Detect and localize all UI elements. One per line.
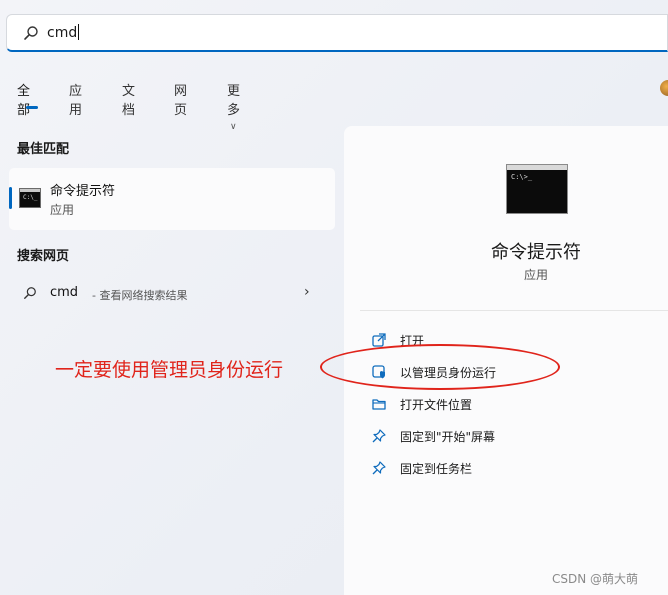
detail-subtitle: 应用 xyxy=(523,268,548,282)
result-title: 命令提示符 xyxy=(50,184,116,199)
search-icon xyxy=(24,287,36,299)
cmd-app-icon: C:\_ xyxy=(19,188,41,208)
pin-icon xyxy=(372,429,386,443)
action-pin-to-start[interactable]: 固定到"开始"屏幕 xyxy=(344,424,668,450)
search-input[interactable]: cmd xyxy=(47,24,80,41)
watermark: CSDN @萌大萌 xyxy=(552,572,639,586)
tab-apps[interactable]: 应用 xyxy=(69,80,82,118)
result-type: 应用 xyxy=(50,203,75,217)
search-box[interactable]: cmd xyxy=(6,14,668,52)
action-label: 固定到"开始"屏幕 xyxy=(400,430,496,444)
pin-icon xyxy=(372,461,386,475)
action-label: 打开文件位置 xyxy=(400,398,473,412)
divider xyxy=(360,310,668,311)
best-match-result[interactable]: C:\_ 命令提示符 应用 xyxy=(9,168,335,230)
tab-more[interactable]: 更多∨ xyxy=(227,80,240,133)
annotation-text: 一定要使用管理员身份运行 xyxy=(55,359,284,381)
active-tab-indicator xyxy=(26,106,38,109)
detail-title: 命令提示符 xyxy=(491,242,581,263)
highlight-ellipse xyxy=(320,344,560,390)
open-external-icon xyxy=(372,333,386,347)
cmd-large-icon: C:\>_ xyxy=(506,164,568,214)
web-search-result[interactable]: cmd - 查看网络搜索结果 › xyxy=(9,278,335,310)
action-pin-to-taskbar[interactable]: 固定到任务栏 xyxy=(344,456,668,482)
folder-icon xyxy=(372,399,386,410)
chevron-down-icon: ∨ xyxy=(230,122,237,132)
web-query-hint: - 查看网络搜索结果 xyxy=(92,289,188,302)
chevron-right-icon[interactable]: › xyxy=(304,284,310,300)
action-open-file-location[interactable]: 打开文件位置 xyxy=(344,392,668,418)
text-caret xyxy=(78,24,80,40)
web-search-heading: 搜索网页 xyxy=(17,249,70,264)
action-label: 固定到任务栏 xyxy=(400,462,473,476)
tab-all[interactable]: 全部 xyxy=(17,80,30,118)
tab-web[interactable]: 网页 xyxy=(174,80,187,118)
selection-indicator xyxy=(9,187,12,209)
best-match-heading: 最佳匹配 xyxy=(17,142,70,157)
web-query: cmd xyxy=(50,285,79,300)
search-icon xyxy=(24,26,38,40)
tab-documents[interactable]: 文档 xyxy=(122,80,135,118)
